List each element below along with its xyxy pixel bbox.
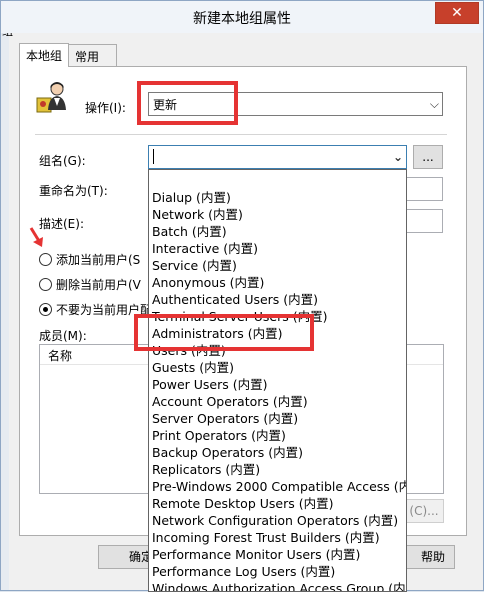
tab-common[interactable]: 常用 (68, 44, 117, 66)
dropdown-item[interactable]: Print Operators (内置) (149, 427, 406, 444)
group-name-combo[interactable]: ⌄ (148, 145, 407, 169)
dropdown-item[interactable]: Account Operators (内置) (149, 393, 406, 410)
window-title: 新建本地组属性 (193, 11, 291, 27)
ok-button[interactable]: 确定 (98, 545, 154, 569)
chevron-down-icon: ⌵ (429, 97, 439, 111)
dropdown-item[interactable]: Authenticated Users (内置) (149, 291, 406, 308)
radio-button[interactable] (39, 278, 52, 291)
users-group-icon (36, 82, 66, 113)
dropdown-item[interactable]: Pre-Windows 2000 Compatible Access (内置) (149, 478, 406, 495)
close-button[interactable]: ✕ (435, 2, 479, 24)
dropdown-item[interactable]: Replicators (内置) (149, 461, 406, 478)
highlight-box-administrators (134, 314, 314, 351)
text-cursor (153, 149, 154, 164)
dropdown-item[interactable]: Service (内置) (149, 257, 406, 274)
divider (35, 134, 447, 135)
dropdown-item[interactable]: Network Configuration Operators (内置) (149, 512, 406, 529)
highlight-box-action (137, 81, 238, 125)
change-button[interactable]: (C)... (404, 499, 444, 523)
title-bar[interactable]: 新建本地组属性 ✕ (1, 1, 483, 33)
dropdown-item[interactable]: Backup Operators (内置) (149, 444, 406, 461)
dropdown-item[interactable]: Dialup (内置) (149, 189, 406, 206)
radio-add-current-user[interactable]: 添加当前用户(S (39, 251, 140, 268)
radio-remove-current-user[interactable]: 删除当前用户(V (39, 276, 141, 293)
browse-button[interactable]: ... (413, 145, 443, 169)
action-label: 操作(I): (85, 101, 126, 115)
dropdown-item[interactable]: Incoming Forest Trust Builders (内置) (149, 529, 406, 546)
dropdown-item[interactable]: Remote Desktop Users (内置) (149, 495, 406, 512)
rename-label: 重命名为(T): (39, 184, 108, 198)
group-name-dropdown-list[interactable]: Dialup (内置) Network (内置) Batch (内置) Interac… (148, 169, 407, 592)
dropdown-item[interactable]: Interactive (内置) (149, 240, 406, 257)
dropdown-item[interactable]: Windows Authorization Access Group (内置) (149, 580, 406, 591)
dropdown-item[interactable]: Network (内置) (149, 206, 406, 223)
close-icon: ✕ (451, 5, 463, 21)
red-arrow-icon (29, 227, 43, 247)
dropdown-spacer (149, 170, 406, 189)
dropdown-item[interactable]: Batch (内置) (149, 223, 406, 240)
radio-button[interactable] (39, 303, 52, 316)
members-label: 成员(M): (39, 329, 87, 343)
radio-label: 添加当前用户(S (56, 253, 141, 267)
dropdown-item[interactable]: Anonymous (内置) (149, 274, 406, 291)
dropdown-item[interactable]: Power Users (内置) (149, 376, 406, 393)
dropdown-item[interactable]: Guests (内置) (149, 359, 406, 376)
dialog-window: 组 新建本地组属性 ✕ 本地组 常用 操作(I): 更新 ⌵ 组名(G): ⌄ … (0, 0, 484, 592)
radio-label: 删除当前用户(V (56, 278, 141, 292)
dropdown-item[interactable]: Server Operators (内置) (149, 410, 406, 427)
dropdown-item[interactable]: Performance Monitor Users (内置) (149, 546, 406, 563)
dropdown-items: Dialup (内置) Network (内置) Batch (内置) Interac… (149, 189, 406, 591)
background-window-edge: 组 (1, 1, 13, 590)
dropdown-item[interactable]: Performance Log Users (内置) (149, 563, 406, 580)
tab-local-group[interactable]: 本地组 (19, 43, 70, 67)
radio-button[interactable] (39, 253, 52, 266)
group-name-label: 组名(G): (39, 154, 86, 168)
chevron-down-icon[interactable]: ⌄ (393, 150, 403, 164)
